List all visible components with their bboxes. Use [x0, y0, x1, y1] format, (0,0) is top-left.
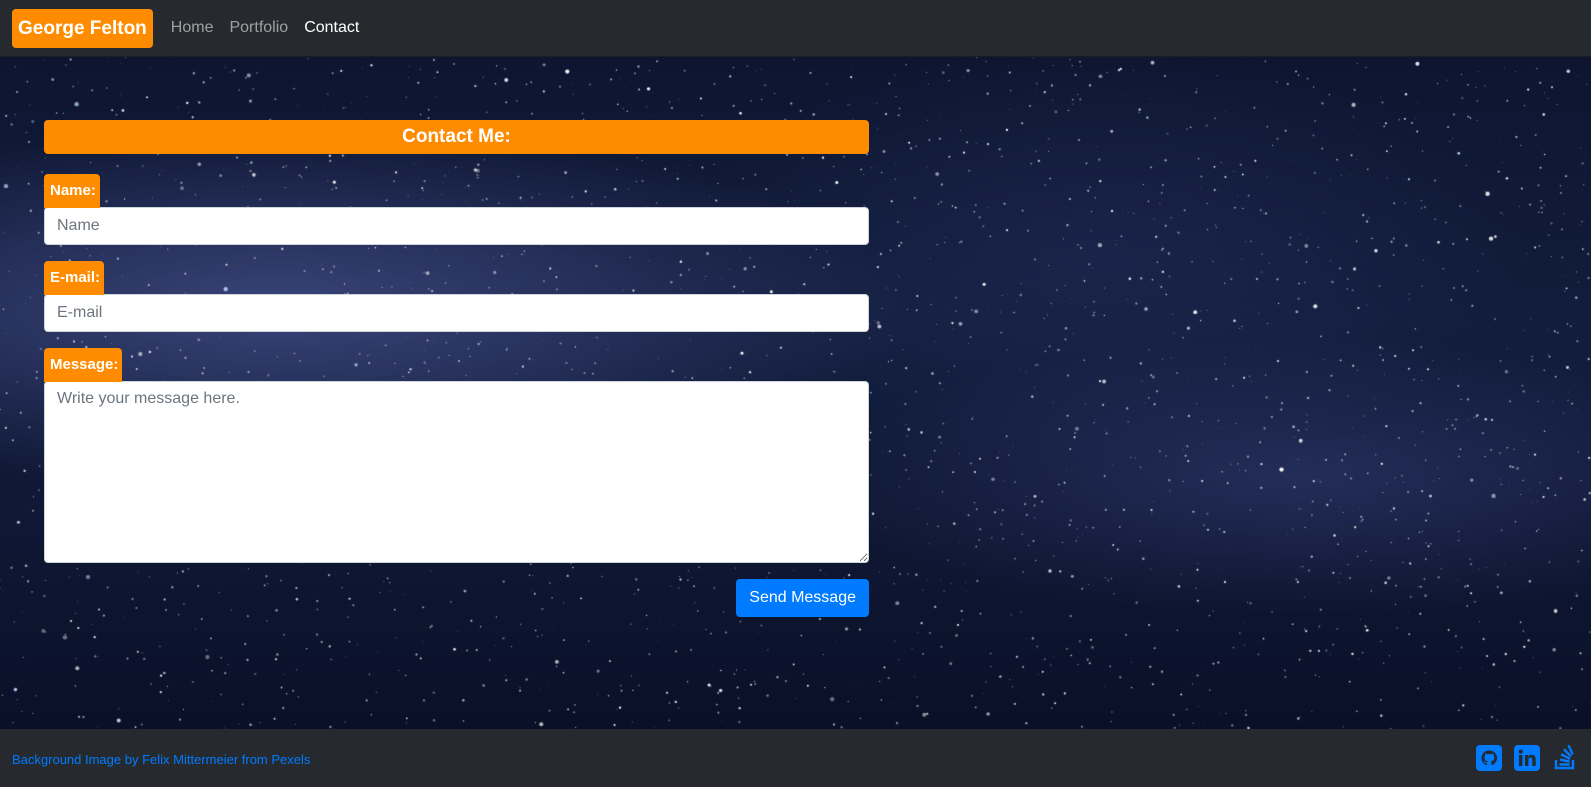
name-input[interactable] [44, 207, 869, 245]
social-links [1475, 744, 1579, 772]
button-row: Send Message [44, 579, 869, 617]
background-credit-link[interactable]: Background Image by Felix Mittermeier fr… [12, 750, 310, 767]
message-label: Message: [44, 348, 123, 382]
linkedin-icon[interactable] [1513, 744, 1541, 772]
nav-link-home[interactable]: Home [171, 19, 214, 37]
name-label: Name: [44, 174, 100, 208]
navbar: George Felton Home Portfolio Contact [0, 0, 1591, 57]
email-input[interactable] [44, 294, 869, 332]
starry-background: Contact Me: Name: E-mail: Message: Send … [0, 57, 1591, 729]
github-icon[interactable] [1475, 744, 1503, 772]
message-textarea[interactable] [44, 381, 869, 563]
send-message-button[interactable]: Send Message [736, 579, 869, 617]
contact-heading: Contact Me: [44, 120, 869, 154]
footer: Background Image by Felix Mittermeier fr… [0, 729, 1591, 787]
brand-link[interactable]: George Felton [12, 8, 153, 48]
email-label: E-mail: [44, 261, 105, 295]
nav-link-portfolio[interactable]: Portfolio [229, 19, 288, 37]
contact-form: Contact Me: Name: E-mail: Message: Send … [44, 120, 869, 617]
nav-link-contact[interactable]: Contact [304, 19, 359, 37]
stackoverflow-icon[interactable] [1551, 744, 1579, 772]
